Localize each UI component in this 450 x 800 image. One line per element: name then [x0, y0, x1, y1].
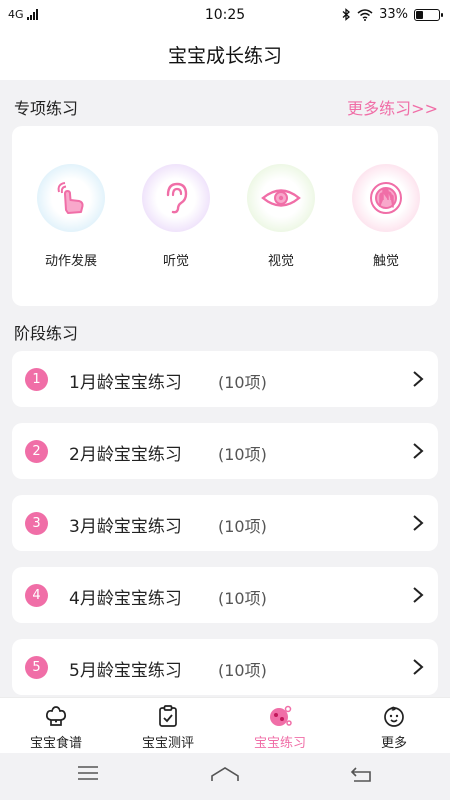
bottom-tab-bar: 宝宝食谱 宝宝测评 宝宝练习 更多 [0, 697, 450, 753]
stage-count: (10项) [218, 661, 267, 680]
stage-number-badge: 4 [25, 584, 48, 607]
stage-count: (10项) [218, 445, 267, 464]
special-heading: 专项练习 [14, 99, 79, 118]
special-practice-card: 动作发展 听觉 视觉 触觉 [12, 126, 438, 306]
stage-heading: 阶段练习 [14, 324, 79, 343]
tab-assessment[interactable]: 宝宝测评 [112, 704, 224, 751]
bluetooth-icon [342, 8, 351, 21]
baby-face-icon [338, 704, 450, 728]
tab-more[interactable]: 更多 [338, 704, 450, 751]
special-item-vision[interactable]: 视觉 [236, 164, 326, 269]
special-item-hearing[interactable]: 听觉 [131, 164, 221, 269]
special-item-label: 听觉 [162, 254, 189, 269]
stage-name: 5月龄宝宝练习 [69, 661, 182, 681]
wifi-icon [357, 8, 373, 21]
stage-number-badge: 2 [25, 440, 48, 463]
special-item-label: 动作发展 [44, 254, 97, 269]
cook-hat-icon [0, 704, 112, 728]
tab-label: 更多 [380, 736, 407, 751]
stage-number-badge: 5 [25, 656, 48, 679]
stage-name: 4月龄宝宝练习 [69, 589, 182, 609]
chevron-right-icon [413, 443, 424, 459]
tab-label: 宝宝练习 [253, 736, 306, 751]
status-right: 33% [342, 7, 443, 22]
battery-icon [414, 8, 443, 21]
chevron-right-icon [413, 587, 424, 603]
stage-item-3[interactable]: 3 3月龄宝宝练习 (10项) [12, 495, 438, 551]
special-section-header: 专项练习 更多练习>> [14, 95, 438, 119]
special-item-label: 触觉 [372, 254, 399, 269]
system-nav-bar [0, 753, 450, 800]
stage-item-2[interactable]: 2 2月龄宝宝练习 (10项) [12, 423, 438, 479]
back-icon[interactable] [350, 767, 372, 783]
stage-name: 2月龄宝宝练习 [69, 445, 182, 465]
chevron-right-icon [413, 515, 424, 531]
tab-label: 宝宝测评 [141, 736, 194, 751]
stage-item-5[interactable]: 5 5月龄宝宝练习 (10项) [12, 639, 438, 695]
stage-item-1[interactable]: 1 1月龄宝宝练习 (10项) [12, 351, 438, 407]
home-icon[interactable] [210, 766, 240, 782]
chevron-right-icon [413, 659, 424, 675]
clipboard-check-icon [112, 704, 224, 728]
tab-label: 宝宝食谱 [29, 736, 82, 751]
stage-section-header: 阶段练习 [14, 320, 438, 344]
special-item-touch[interactable]: 触觉 [341, 164, 431, 269]
stage-number-badge: 3 [25, 512, 48, 535]
special-item-label: 视觉 [267, 254, 294, 269]
more-practice-link[interactable]: 更多练习>> [347, 95, 438, 119]
practice-icon [224, 704, 336, 728]
stage-count: (10项) [218, 589, 267, 608]
stage-name: 1月龄宝宝练习 [69, 373, 182, 393]
stage-number-badge: 1 [25, 368, 48, 391]
status-bar: 4G 10:25 33% [0, 0, 450, 32]
tab-practice[interactable]: 宝宝练习 [224, 704, 336, 751]
stage-count: (10项) [218, 373, 267, 392]
menu-icon[interactable] [77, 765, 99, 781]
special-item-motor[interactable]: 动作发展 [26, 164, 116, 269]
ear-icon [142, 164, 210, 232]
stage-count: (10项) [218, 517, 267, 536]
stage-item-4[interactable]: 4 4月龄宝宝练习 (10项) [12, 567, 438, 623]
hand-touch-icon [37, 164, 105, 232]
touch-icon [352, 164, 420, 232]
stage-name: 3月龄宝宝练习 [69, 517, 182, 537]
tab-recipes[interactable]: 宝宝食谱 [0, 704, 112, 751]
battery-percent: 33% [379, 7, 408, 22]
page-title: 宝宝成长练习 [0, 32, 450, 80]
eye-icon [247, 164, 315, 232]
chevron-right-icon [413, 371, 424, 387]
